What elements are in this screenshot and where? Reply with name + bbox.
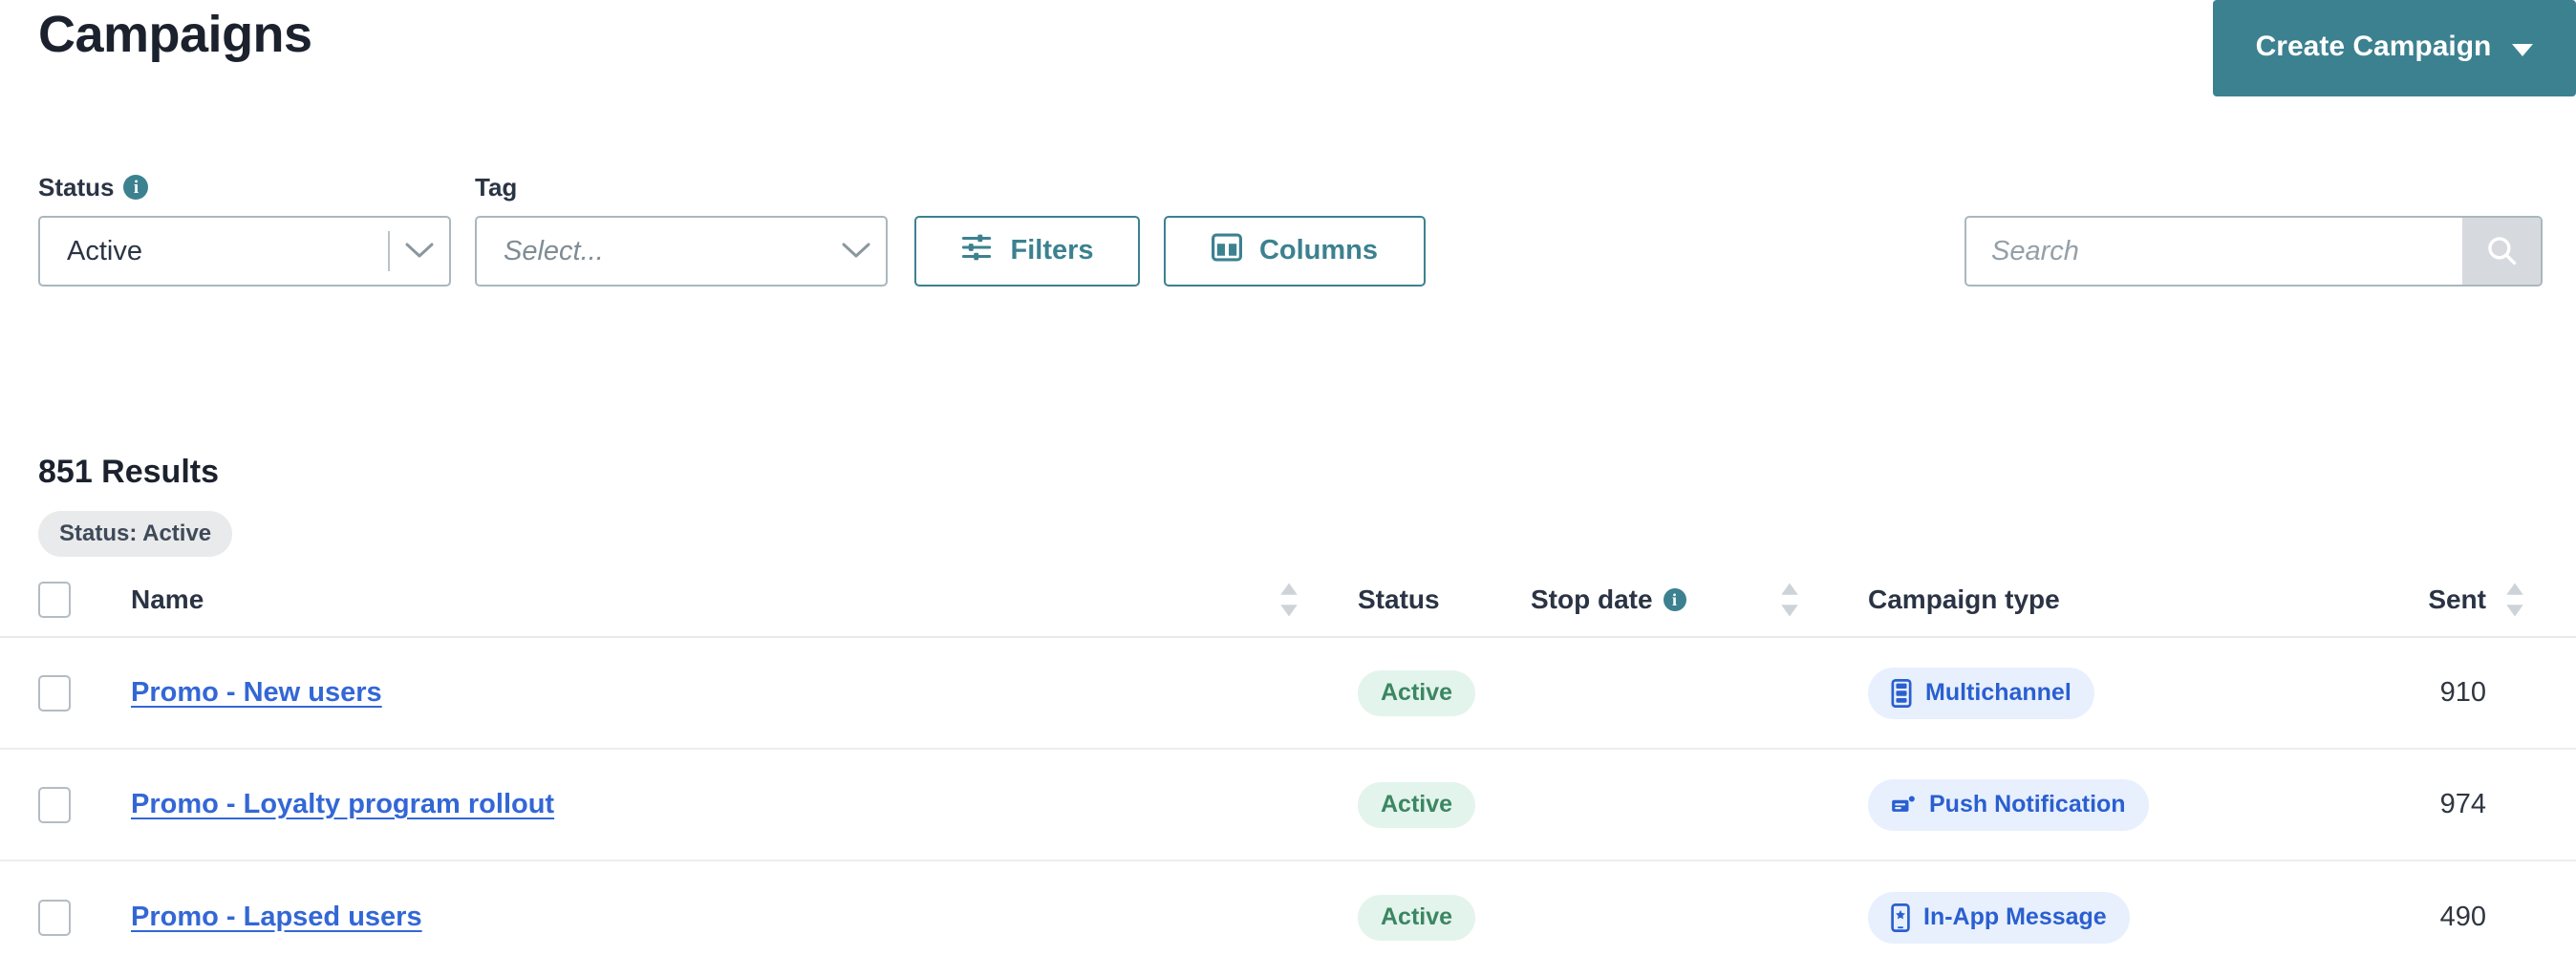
status-filter-group: Status i Active [38,172,451,287]
column-header-stop-date-label-row: Stop date i [1531,584,1686,615]
cell-sent: 910 [2319,677,2489,709]
select-all-checkbox[interactable] [38,582,71,618]
status-filter-label: Status [38,172,115,202]
results-count: 851 Results [38,454,219,490]
column-header-name-label: Name [131,584,204,614]
tag-filter-group: Tag Select... [475,172,888,287]
tag-filter-label: Tag [475,172,518,202]
status-badge: Active [1358,894,1476,941]
filters-button[interactable]: Filters [914,216,1140,287]
columns-icon [1211,233,1242,269]
sent-value: 910 [2439,677,2486,708]
filter-chip-status[interactable]: Status: Active [38,511,233,557]
cell-campaign-type: Push Notification [1814,778,2319,831]
column-header-status: Status [1313,584,1494,615]
column-header-campaign-type: Campaign type [1814,584,2319,615]
row-checkbox[interactable] [38,786,71,823]
column-header-sent[interactable]: Sent [2319,584,2489,615]
search-button[interactable] [2462,218,2541,285]
chevron-down-icon[interactable] [390,243,449,260]
campaign-type-badge[interactable]: In-App Message [1868,891,2130,944]
table-row: Promo - New users Active Multichannel 91… [0,638,2576,750]
column-header-campaign-type-label: Campaign type [1868,584,2060,614]
campaigns-page: Campaigns Send Feedback Create Campaign [0,0,2576,977]
columns-button[interactable]: Columns [1164,216,1426,287]
sort-icon[interactable] [1779,580,1800,620]
multichannel-icon [1891,678,1912,708]
status-select[interactable]: Active [38,216,451,287]
create-campaign-button[interactable]: Create Campaign [2213,0,2576,96]
row-checkbox[interactable] [38,899,71,936]
sort-stop-date-cell [1766,580,1814,620]
status-badge: Active [1358,669,1476,716]
cell-name: Promo - New users [76,677,1265,709]
search-icon [2485,234,2518,269]
search-box [1964,216,2543,287]
column-header-status-label: Status [1358,584,1440,614]
create-campaign-label: Create Campaign [2255,31,2492,62]
tag-filter-label-row: Tag [475,172,888,202]
row-select-cell [38,899,76,936]
column-header-stop-date-label: Stop date [1531,584,1653,614]
chevron-down-icon [2512,43,2534,56]
chevron-down-icon[interactable] [826,243,886,260]
table-header-row: Name Status Stop date i Campaign type Se… [0,563,2576,638]
column-header-name[interactable]: Name [76,584,1265,615]
header-actions: Send Feedback Create Campaign [2213,0,2576,96]
page-header: Campaigns Send Feedback Create Campaign [0,0,2576,96]
campaigns-table: Name Status Stop date i Campaign type Se… [0,563,2576,973]
push-notification-icon [1891,795,1916,816]
status-filter-label-row: Status i [38,172,451,202]
cell-name: Promo - Loyalty program rollout [76,789,1265,820]
sent-value: 490 [2439,902,2486,932]
sliders-icon [960,233,993,269]
sent-value: 974 [2439,789,2486,819]
search-input[interactable] [1966,218,2462,285]
filters-button-label: Filters [1010,234,1094,265]
active-filter-chips: Status: Active [38,511,233,557]
tag-select-placeholder: Select... [504,235,604,266]
status-badge: Active [1358,781,1476,828]
status-select-value: Active [67,235,142,266]
table-row: Promo - Lapsed users Active In-App Messa… [0,861,2576,973]
cell-sent: 490 [2319,902,2489,933]
campaign-type-badge[interactable]: Multichannel [1868,667,2094,719]
info-icon[interactable]: i [1663,588,1686,611]
campaign-name-link[interactable]: Promo - Loyalty program rollout [131,789,554,820]
sort-icon[interactable] [2504,580,2525,620]
campaign-name-link[interactable]: Promo - New users [131,677,382,709]
sort-icon[interactable] [1278,580,1299,620]
campaign-type-label: In-App Message [1923,903,2107,930]
cell-campaign-type: Multichannel [1814,667,2319,719]
info-icon[interactable]: i [123,175,149,200]
row-select-cell [38,786,76,823]
cell-sent: 974 [2319,789,2489,820]
campaign-type-label: Push Notification [1929,791,2126,818]
cell-campaign-type: In-App Message [1814,891,2319,944]
cell-status: Active [1313,669,1494,716]
select-all-cell [38,582,76,618]
column-header-sent-label: Sent [2428,584,2486,614]
tag-select[interactable]: Select... [475,216,888,287]
in-app-message-icon [1891,903,1910,932]
row-checkbox[interactable] [38,674,71,712]
sort-name-cell [1265,580,1313,620]
columns-button-label: Columns [1258,234,1379,265]
campaign-type-label: Multichannel [1925,679,2072,706]
column-header-stop-date[interactable]: Stop date i [1494,584,1766,615]
campaign-type-badge[interactable]: Push Notification [1868,778,2149,831]
table-row: Promo - Loyalty program rollout Active P… [0,750,2576,861]
campaign-name-link[interactable]: Promo - Lapsed users [131,902,422,933]
cell-name: Promo - Lapsed users [76,902,1265,933]
page-title: Campaigns [38,6,312,63]
row-select-cell [38,674,76,712]
cell-status: Active [1313,894,1494,941]
cell-status: Active [1313,781,1494,828]
sort-sent-cell [2489,580,2541,620]
